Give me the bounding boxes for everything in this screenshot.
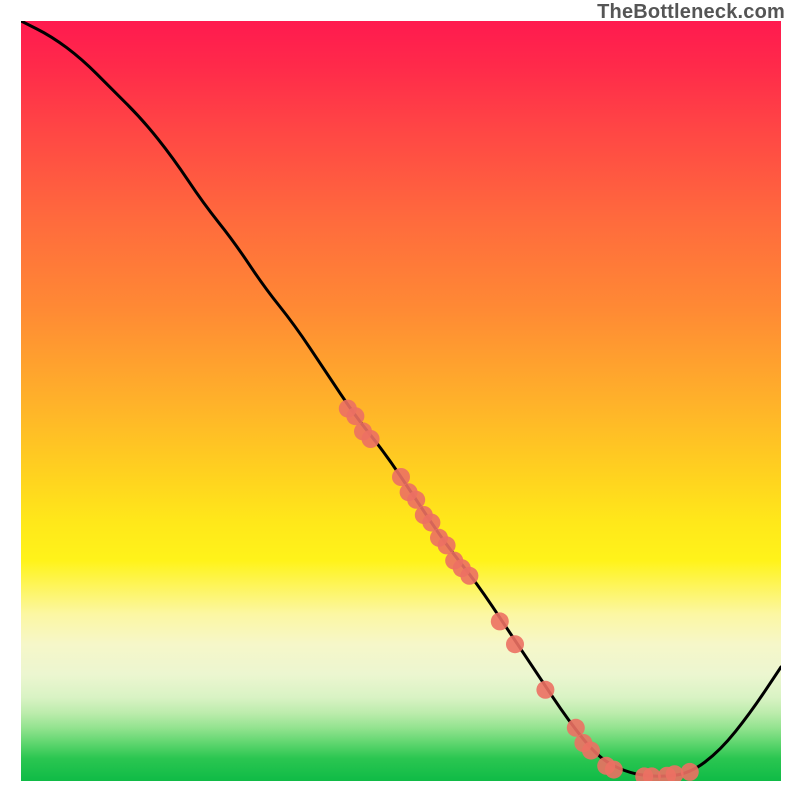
marker-27	[681, 763, 699, 781]
curve-group	[21, 21, 781, 776]
marker-22	[605, 761, 623, 779]
marker-4	[362, 430, 380, 448]
marker-group	[339, 400, 699, 781]
marker-15	[491, 612, 509, 630]
marker-20	[582, 742, 600, 760]
marker-16	[506, 635, 524, 653]
plot-area	[21, 21, 781, 781]
marker-14	[460, 567, 478, 585]
chart-svg	[21, 21, 781, 781]
chart-stage: TheBottleneck.com	[0, 0, 800, 800]
bottleneck-curve	[21, 21, 781, 776]
marker-17	[536, 681, 554, 699]
